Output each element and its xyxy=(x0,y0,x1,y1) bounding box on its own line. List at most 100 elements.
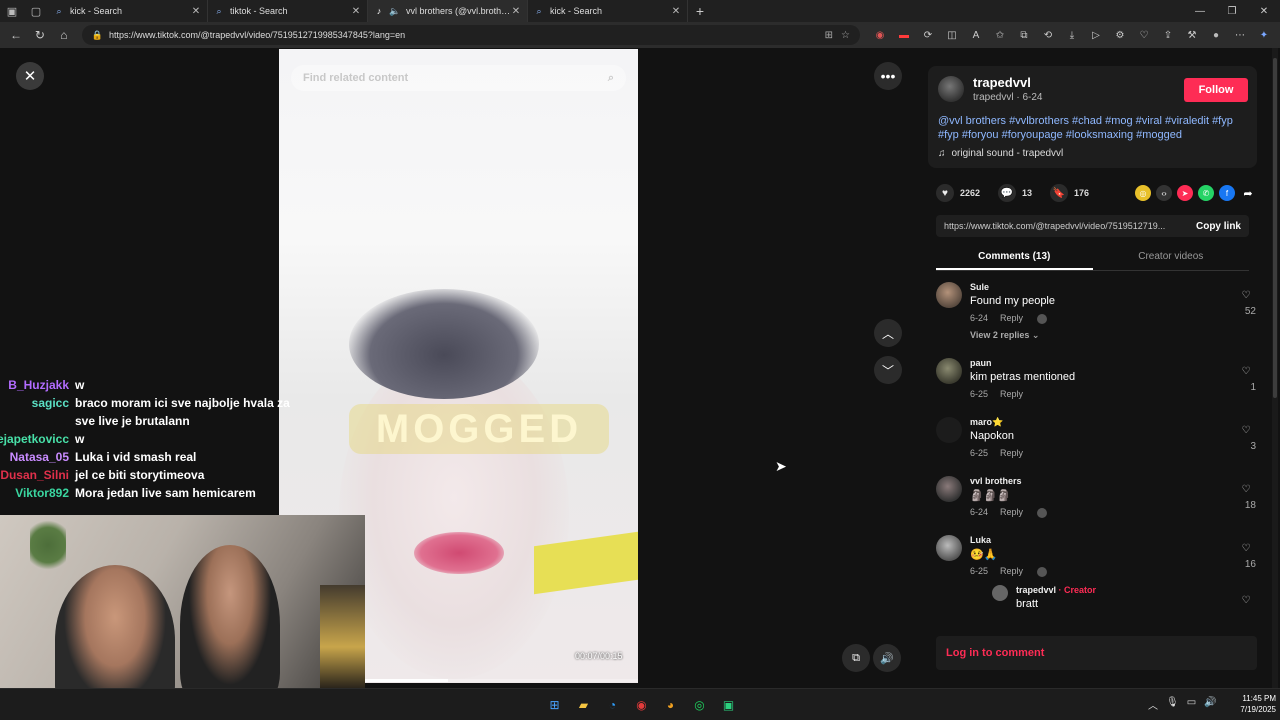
like-action[interactable]: ♥ 2262 xyxy=(936,184,980,202)
share-icon[interactable]: ⇪ xyxy=(1156,30,1180,41)
close-window-icon[interactable]: ✕ xyxy=(1248,6,1280,17)
whatsapp-icon[interactable]: ✆ xyxy=(1198,185,1214,201)
close-icon[interactable]: ✕ xyxy=(671,6,681,17)
volume-button[interactable]: 🔊 xyxy=(873,644,901,672)
reply-button[interactable]: Reply xyxy=(1000,313,1023,323)
facebook-icon[interactable]: f xyxy=(1219,185,1235,201)
close-icon[interactable]: ✕ xyxy=(351,6,361,17)
author-avatar[interactable] xyxy=(938,76,964,102)
extension-icon[interactable]: ◉ xyxy=(868,30,892,41)
profile-avatar[interactable]: ● xyxy=(1204,30,1228,41)
reply-button[interactable]: Reply xyxy=(1000,448,1023,458)
close-icon[interactable]: ✕ xyxy=(511,6,521,17)
split-screen-icon[interactable]: ◫ xyxy=(940,30,964,41)
speaker-icon[interactable]: 🔈 xyxy=(389,6,400,16)
commenter-avatar[interactable] xyxy=(936,417,962,443)
bookmark-icon[interactable]: 🔖 xyxy=(1050,184,1069,202)
extensions-icon[interactable]: ⚙ xyxy=(1108,30,1132,41)
reading-view-icon[interactable]: A xyxy=(964,30,988,41)
picture-in-picture-button[interactable]: ⧉ xyxy=(842,644,870,672)
commenter-name[interactable]: maro⭐ xyxy=(970,417,1003,428)
reply-button[interactable]: Reply xyxy=(1000,389,1023,399)
heart-outline-icon[interactable]: ♡ xyxy=(1236,290,1256,301)
next-video-button[interactable]: ﹀ xyxy=(874,356,902,384)
heart-outline-icon[interactable]: ♡ xyxy=(1236,543,1256,554)
reply-button[interactable]: Reply xyxy=(1000,507,1023,517)
minimize-icon[interactable]: — xyxy=(1184,6,1216,17)
extension-icon[interactable]: ▬ xyxy=(892,30,916,41)
obs-icon[interactable]: ◉ xyxy=(630,693,654,717)
author-name[interactable]: trapedvvl xyxy=(973,75,1031,90)
follow-button[interactable]: Follow xyxy=(1184,78,1248,102)
copilot-icon[interactable]: ✦ xyxy=(1252,30,1276,41)
browser-tab-1[interactable]: ⌕ kick - Search ✕ xyxy=(48,0,208,22)
workspaces-icon[interactable]: ▣ xyxy=(0,0,24,22)
spotify-icon[interactable]: ◎ xyxy=(688,693,712,717)
performance-icon[interactable]: ♡ xyxy=(1132,30,1156,41)
comment-icon[interactable]: 💬 xyxy=(998,184,1017,202)
commenter-name[interactable]: vvl brothers xyxy=(970,476,1022,486)
browser-tab-2[interactable]: ⌕ tiktok - Search ✕ xyxy=(208,0,368,22)
comment-action[interactable]: 💬 13 xyxy=(998,184,1032,202)
edge-icon[interactable]: ◔ xyxy=(601,693,625,717)
lock-icon[interactable]: 🔒 xyxy=(92,30,103,41)
tab-comments[interactable]: Comments (13) xyxy=(936,247,1093,270)
tools-icon[interactable]: ⚒ xyxy=(1180,30,1204,41)
send-icon[interactable]: ➤ xyxy=(1177,185,1193,201)
file-explorer-icon[interactable]: ▰ xyxy=(572,693,596,717)
commenter-name[interactable]: Luka xyxy=(970,535,991,545)
url-field[interactable]: 🔒 https://www.tiktok.com/@trapedvvl/vide… xyxy=(81,25,860,45)
heart-outline-icon[interactable]: ♡ xyxy=(1236,425,1256,436)
related-search-input[interactable]: Find related content ⌕ xyxy=(291,65,626,91)
windows-start-icon[interactable]: ⊞ xyxy=(543,693,567,717)
commenter-avatar[interactable] xyxy=(936,358,962,384)
extension-icon[interactable]: ⟳ xyxy=(916,30,940,41)
volume-icon[interactable]: 🔊 xyxy=(1204,697,1216,712)
login-to-comment-button[interactable]: Log in to comment xyxy=(936,636,1257,670)
commenter-name[interactable]: Sule xyxy=(970,282,989,292)
sound-link[interactable]: ♫ original sound - trapedvvl xyxy=(938,148,1063,159)
app-icon[interactable]: ▣ xyxy=(717,693,741,717)
video-link-text[interactable]: https://www.tiktok.com/@trapedvvl/video/… xyxy=(944,221,1188,231)
heart-outline-icon[interactable]: ♡ xyxy=(1236,366,1256,377)
refresh-icon[interactable]: ↻ xyxy=(28,24,52,46)
search-icon[interactable]: ⌕ xyxy=(608,72,614,85)
page-scrollbar[interactable] xyxy=(1272,48,1278,688)
tab-actions-icon[interactable]: ▢ xyxy=(24,0,48,22)
favorite-star-icon[interactable]: ☆ xyxy=(841,30,850,41)
copy-link-button[interactable]: Copy link xyxy=(1196,221,1241,232)
previous-video-button[interactable]: ︿ xyxy=(874,319,902,347)
heart-outline-icon[interactable]: ♡ xyxy=(1236,484,1256,495)
home-icon[interactable]: ⌂ xyxy=(52,24,76,46)
view-replies-button[interactable]: View 2 replies ⌄ xyxy=(970,330,1039,341)
new-tab-icon[interactable]: + xyxy=(688,3,712,19)
tab-creator-videos[interactable]: Creator videos xyxy=(1093,247,1250,270)
reply-button[interactable]: Reply xyxy=(1000,566,1023,576)
commenter-name[interactable]: paun xyxy=(970,358,992,368)
commenter-avatar[interactable] xyxy=(936,535,962,561)
browser-tab-3[interactable]: ♪ 🔈 vvl brothers (@vvl.brothers) | ✕ xyxy=(368,0,528,22)
favorites-icon[interactable]: ✩ xyxy=(988,30,1012,41)
media-icon[interactable]: ▷ xyxy=(1084,30,1108,41)
more-menu-icon[interactable]: ⋯ xyxy=(1228,30,1252,41)
heart-outline-icon[interactable]: ♡ xyxy=(1236,595,1256,606)
close-icon[interactable]: ✕ xyxy=(191,6,201,17)
scrollbar-thumb[interactable] xyxy=(1273,58,1277,398)
commenter-avatar[interactable] xyxy=(936,476,962,502)
close-video-button[interactable]: ✕ xyxy=(16,62,44,90)
chevron-up-icon[interactable]: ︿ xyxy=(1148,697,1158,712)
reply-author[interactable]: trapedvvl · Creator xyxy=(1016,585,1096,595)
microphone-icon[interactable]: 🎙 xyxy=(1166,697,1179,712)
more-options-button[interactable]: ••• xyxy=(874,62,902,90)
save-action[interactable]: 🔖 176 xyxy=(1050,184,1089,202)
share-arrow-icon[interactable]: ➦ xyxy=(1240,185,1256,201)
restore-icon[interactable]: ❐ xyxy=(1216,6,1248,17)
browser-tab-4[interactable]: ⌕ kick - Search ✕ xyxy=(528,0,688,22)
heart-icon[interactable]: ♥ xyxy=(936,184,954,202)
system-clock[interactable]: 11:45 PM 7/19/2025 xyxy=(1226,693,1276,715)
downloads-icon[interactable]: ⤓ xyxy=(1060,30,1084,41)
history-icon[interactable]: ⟲ xyxy=(1036,30,1060,41)
back-icon[interactable]: ← xyxy=(4,24,28,46)
chrome-icon[interactable]: ◕ xyxy=(659,693,683,717)
app-available-icon[interactable]: ⊞ xyxy=(825,30,833,41)
